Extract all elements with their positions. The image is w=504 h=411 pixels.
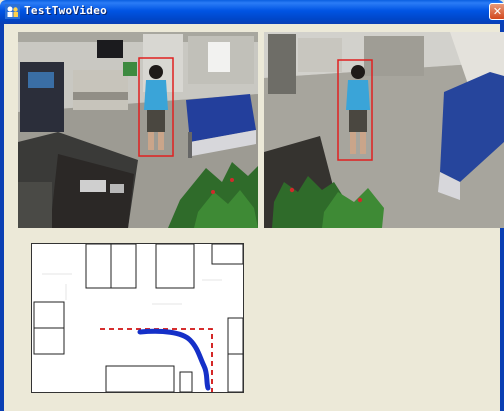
- app-window: TestTwoVideo ✕: [0, 0, 504, 411]
- video-frame-2: [264, 32, 504, 228]
- window-title: TestTwoVideo: [24, 4, 108, 17]
- people-icon: [5, 4, 20, 19]
- video-feed-1: [18, 32, 258, 228]
- close-icon: ✕: [492, 5, 503, 18]
- video-feed-2: [264, 32, 504, 228]
- title-bar[interactable]: TestTwoVideo ✕: [0, 0, 504, 24]
- floor-plan-canvas: [32, 243, 244, 393]
- close-button[interactable]: ✕: [489, 3, 504, 20]
- floor-plan-map: [31, 243, 244, 393]
- client-area: [4, 24, 504, 411]
- video-frame-1: [18, 32, 258, 228]
